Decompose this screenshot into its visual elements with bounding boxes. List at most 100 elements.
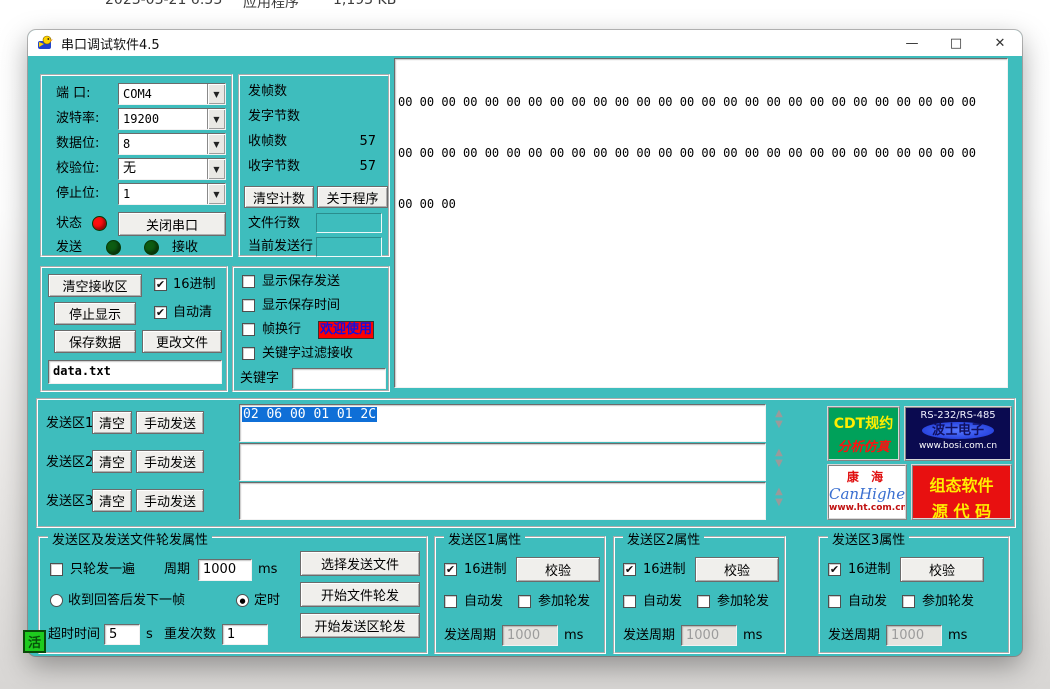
period-field[interactable]: 1000 (198, 559, 252, 581)
close-button[interactable]: ✕ (978, 30, 1022, 56)
select-send-file-button[interactable]: 选择发送文件 (300, 551, 420, 576)
parity-label: 校验位: (56, 161, 99, 177)
hex-display-label: 16进制 (173, 277, 216, 293)
cdt-badge-line1: CDT规约 (829, 413, 898, 433)
spin-up-icon[interactable]: ▲ (775, 486, 783, 497)
window-title: 串口调试软件4.5 (61, 34, 160, 53)
send-once-checkbox[interactable] (50, 563, 63, 576)
area2-hex-checkbox[interactable]: ✔ (623, 563, 636, 576)
send-area2-spinner[interactable]: ▲ ▼ (772, 447, 786, 469)
canhigher-badge[interactable]: 康 海 CanHigher www.ht.com.cn (827, 464, 907, 520)
chevron-down-icon[interactable]: ▼ (207, 84, 225, 104)
current-line-field[interactable] (316, 237, 382, 257)
clear-receive-button[interactable]: 清空接收区 (48, 274, 142, 297)
area1-period-label: 发送周期 (444, 628, 496, 644)
area2-join-cycle-checkbox[interactable] (697, 595, 710, 608)
send-area2-clear-button[interactable]: 清空 (92, 450, 132, 473)
cdt-protocol-badge[interactable]: CDT规约 分析仿真 (827, 406, 900, 461)
send-area3-clear-button[interactable]: 清空 (92, 489, 132, 512)
cycle-send-group-title: 发送区及发送文件轮发属性 (48, 529, 212, 548)
send-area2-input[interactable] (239, 443, 766, 481)
area3-join-cycle-checkbox[interactable] (902, 595, 915, 608)
area1-hex-checkbox[interactable]: ✔ (444, 563, 457, 576)
frame-wrap-label: 帧换行 (262, 322, 301, 338)
maximize-button[interactable]: □ (934, 30, 978, 56)
chevron-down-icon[interactable]: ▼ (207, 184, 225, 204)
bosi-electronics-badge[interactable]: RS-232/RS-485 波士电子 www.bosi.com.cn (904, 406, 1012, 461)
stopbits-select-value: 1 (119, 184, 207, 204)
send-area1-spinner[interactable]: ▲ ▼ (772, 408, 786, 430)
bg-file-size: 1,193 KB (333, 0, 396, 8)
stopbits-select[interactable]: 1 ▼ (118, 183, 226, 205)
spin-down-icon[interactable]: ▼ (775, 497, 783, 508)
auto-clear-checkbox[interactable]: ✔ (154, 306, 167, 319)
status-light (92, 216, 107, 231)
chevron-down-icon[interactable]: ▼ (207, 159, 225, 179)
area3-verify-button[interactable]: 校验 (900, 557, 984, 582)
area3-period-field: 1000 (886, 625, 942, 646)
area1-join-cycle-checkbox[interactable] (518, 595, 531, 608)
timeout-field[interactable]: 5 (104, 624, 140, 645)
stop-display-button[interactable]: 停止显示 (54, 302, 136, 325)
area3-hex-checkbox[interactable]: ✔ (828, 563, 841, 576)
change-file-button[interactable]: 更改文件 (142, 330, 222, 353)
parity-select[interactable]: 无 ▼ (118, 158, 226, 180)
chevron-down-icon[interactable]: ▼ (207, 109, 225, 129)
port-settings-panel: 端 口: COM4 ▼ 波特率: 19200 ▼ 数据位: 8 ▼ 校验位: 无… (40, 74, 233, 257)
databits-label: 数据位: (56, 136, 99, 152)
show-saved-time-checkbox[interactable] (242, 299, 255, 312)
spin-down-icon[interactable]: ▼ (775, 419, 783, 430)
send-area3-input[interactable] (239, 482, 766, 520)
start-area-cycle-button[interactable]: 开始发送区轮发 (300, 613, 420, 638)
file-lines-field[interactable] (316, 213, 382, 233)
send-area1-clear-button[interactable]: 清空 (92, 411, 132, 434)
spin-up-icon[interactable]: ▲ (775, 408, 783, 419)
frame-wrap-checkbox[interactable] (242, 323, 255, 336)
receive-display[interactable]: 00 00 00 00 00 00 00 00 00 00 00 00 00 0… (394, 58, 1008, 388)
area1-autosend-checkbox[interactable] (444, 595, 457, 608)
spin-down-icon[interactable]: ▼ (775, 458, 783, 469)
show-saved-send-checkbox[interactable] (242, 275, 255, 288)
send-area2-manual-send-button[interactable]: 手动发送 (136, 450, 204, 473)
tx-light (106, 240, 121, 255)
ime-indicator[interactable]: 活 (23, 630, 46, 653)
area2-period-label: 发送周期 (623, 628, 675, 644)
save-filename-field[interactable]: data.txt (48, 360, 222, 384)
send-area1-manual-send-button[interactable]: 手动发送 (136, 411, 204, 434)
bosi-badge-line3: www.bosi.com.cn (906, 441, 1010, 451)
databits-select[interactable]: 8 ▼ (118, 133, 226, 155)
show-saved-time-label: 显示保存时间 (262, 298, 340, 314)
area3-autosend-checkbox[interactable] (828, 595, 841, 608)
send-area3-label: 发送区3 (46, 494, 93, 510)
spin-up-icon[interactable]: ▲ (775, 447, 783, 458)
minimize-button[interactable]: — (890, 30, 934, 56)
area1-verify-button[interactable]: 校验 (516, 557, 600, 582)
area2-verify-button[interactable]: 校验 (695, 557, 779, 582)
bg-file-type: 应用程序 (243, 0, 299, 12)
cdt-badge-line2: 分析仿真 (829, 436, 898, 455)
chevron-down-icon[interactable]: ▼ (207, 134, 225, 154)
send-area3-manual-send-button[interactable]: 手动发送 (136, 489, 204, 512)
start-file-cycle-button[interactable]: 开始文件轮发 (300, 582, 420, 607)
background-explorer-row: 2023-03-21 6:53 应用程序 1,193 KB (0, 0, 1050, 10)
hex-display-checkbox[interactable]: ✔ (154, 278, 167, 291)
send-area3-spinner[interactable]: ▲ ▼ (772, 486, 786, 508)
close-port-button[interactable]: 关闭串口 (118, 212, 226, 236)
clear-count-button[interactable]: 清空计数 (244, 186, 314, 208)
keyword-filter-checkbox[interactable] (242, 347, 255, 360)
title-bar[interactable]: 串口调试软件4.5 — □ ✕ (28, 30, 1022, 56)
timer-radio[interactable]: ● (236, 594, 249, 607)
area2-autosend-checkbox[interactable] (623, 595, 636, 608)
keyword-field[interactable] (292, 368, 386, 389)
send-area1-input[interactable]: 02 06 00 01 01 2C (239, 404, 766, 442)
port-select[interactable]: COM4 ▼ (118, 83, 226, 105)
auto-clear-label: 自动清 (173, 305, 212, 321)
save-data-button[interactable]: 保存数据 (54, 330, 136, 353)
baud-select[interactable]: 19200 ▼ (118, 108, 226, 130)
receive-line: 00 00 00 00 00 00 00 00 00 00 00 00 00 0… (398, 94, 1004, 111)
send-after-answer-radio[interactable] (50, 594, 63, 607)
scada-source-badge[interactable]: 组态软件 源 代 码 (911, 464, 1012, 520)
about-button[interactable]: 关于程序 (317, 186, 388, 208)
file-lines-label: 文件行数 (248, 216, 300, 232)
retry-field[interactable]: 1 (222, 624, 268, 645)
